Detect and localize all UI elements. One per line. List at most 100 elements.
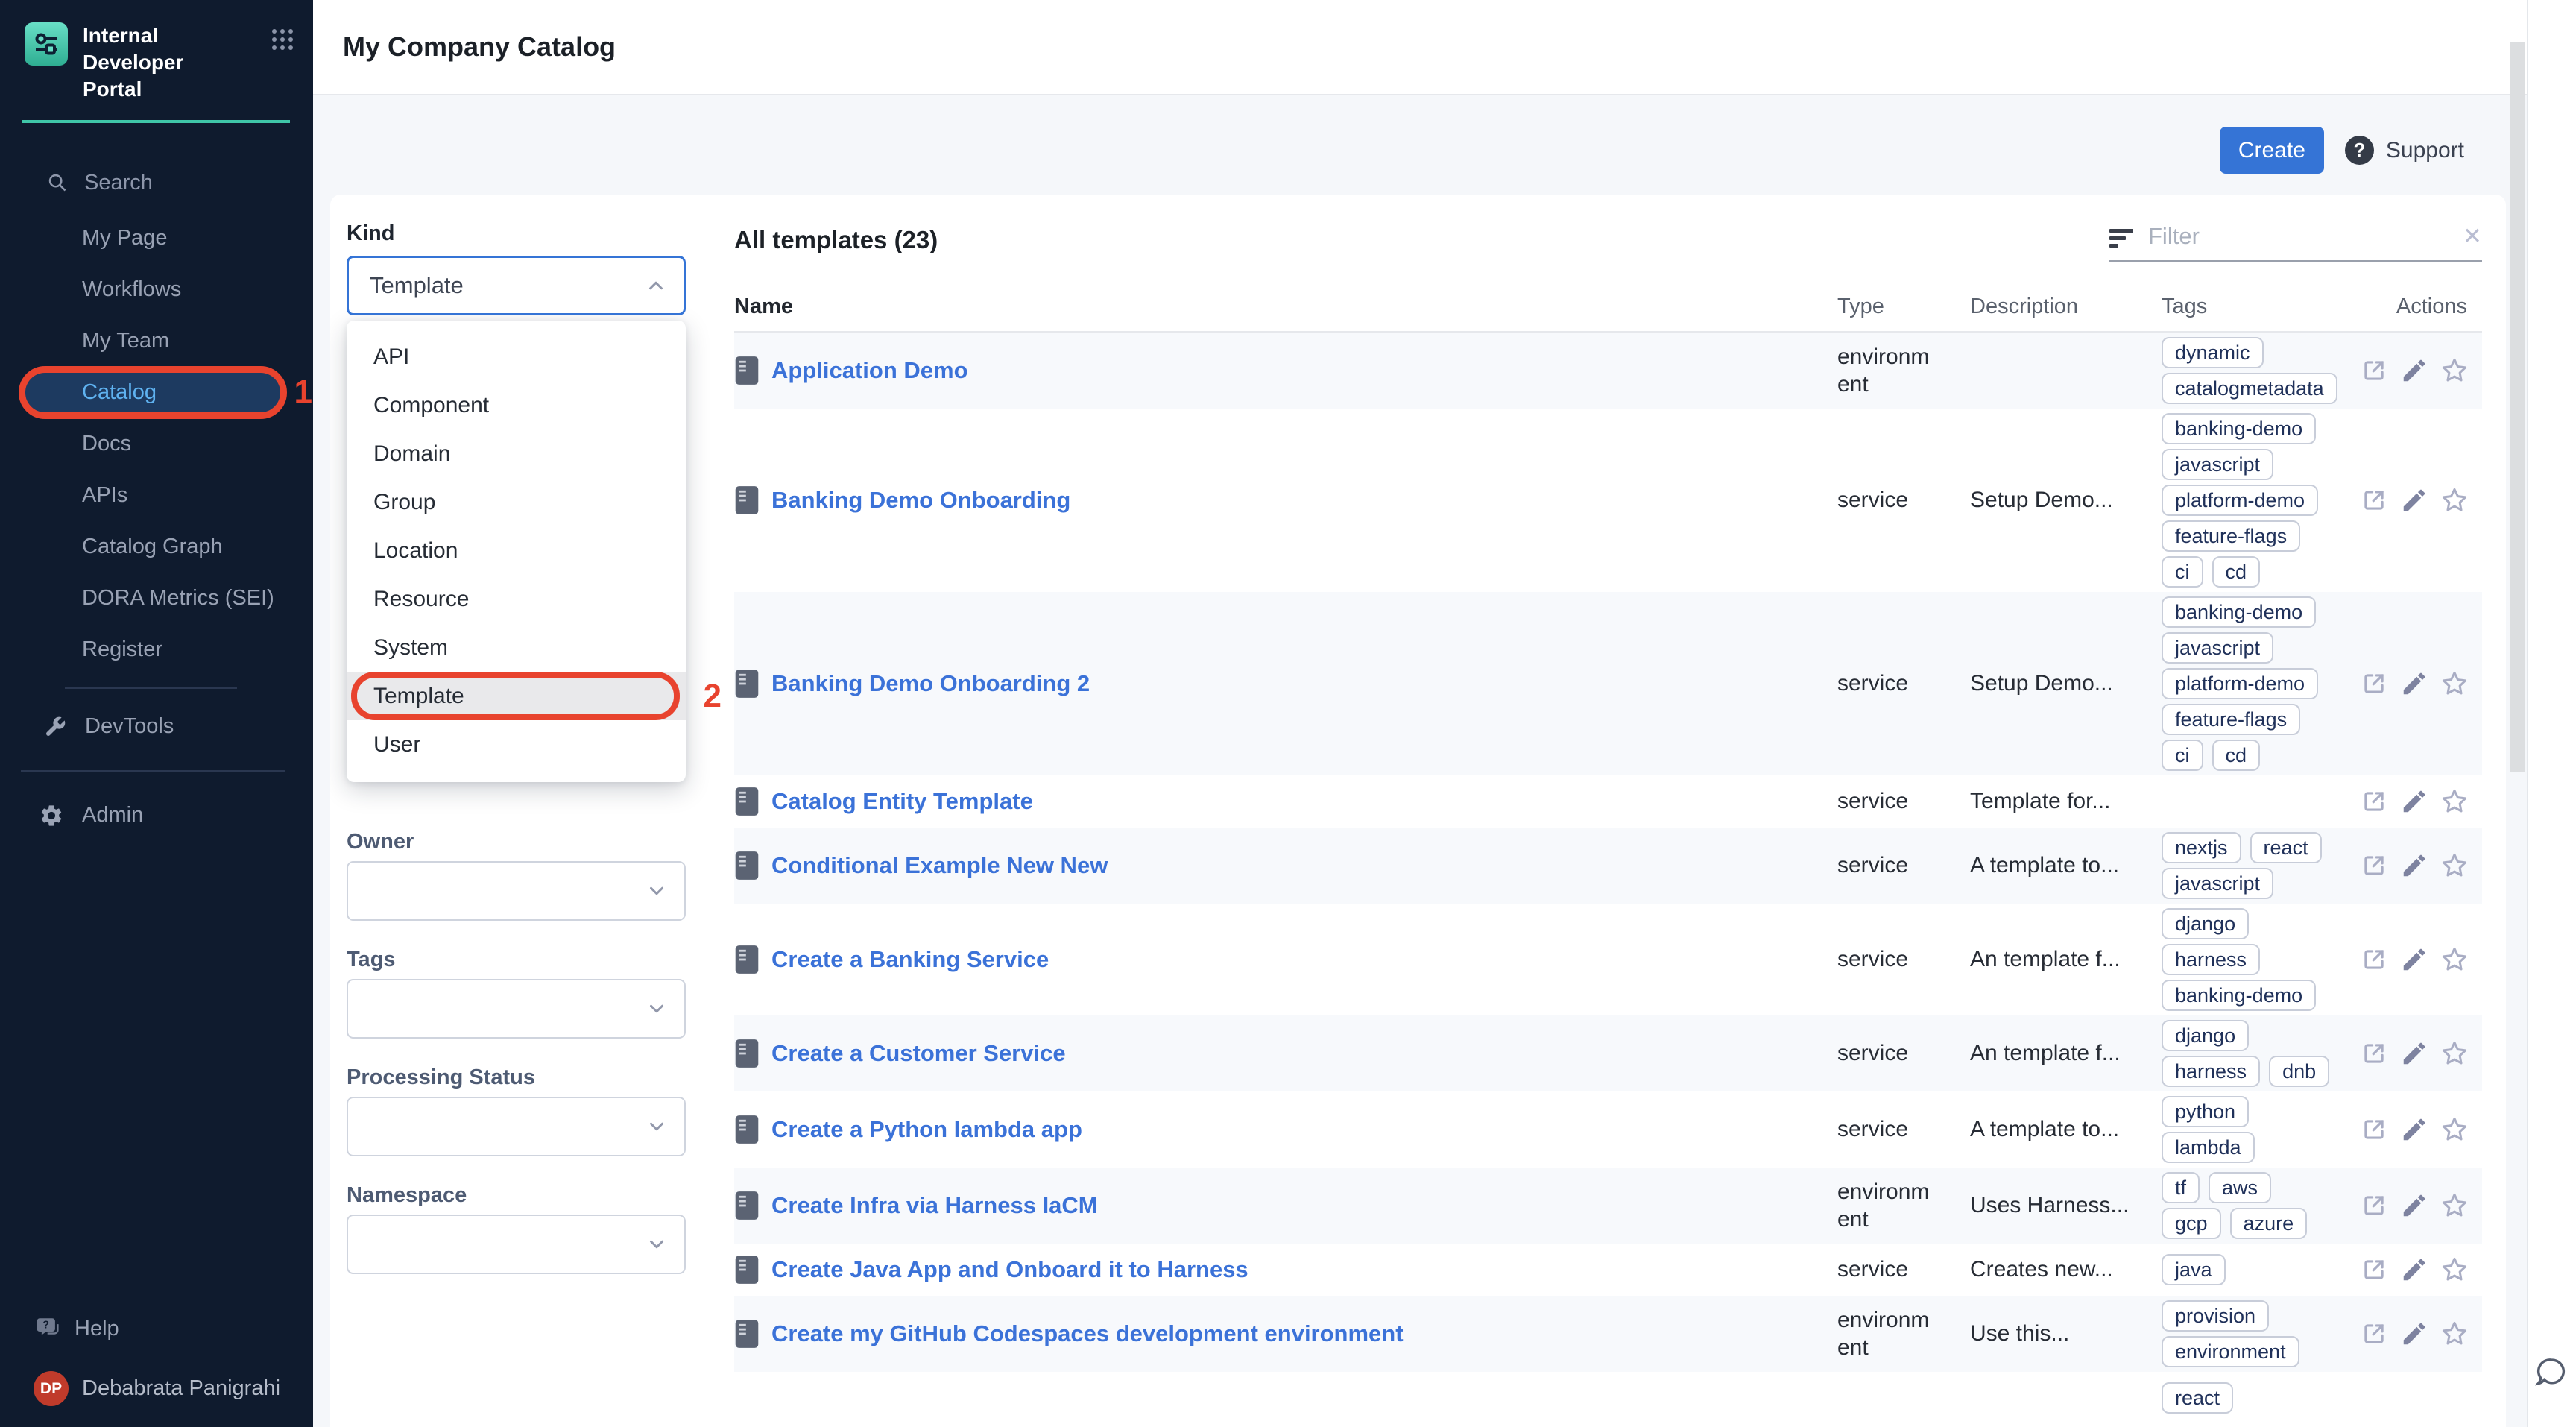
- tags-select[interactable]: [347, 979, 686, 1039]
- support-button[interactable]: ? Support: [2345, 136, 2464, 165]
- chevron-down-icon: [645, 1233, 668, 1256]
- sidebar-item-admin[interactable]: Admin: [0, 790, 313, 841]
- template-name-link[interactable]: Banking Demo Onboarding 2: [771, 670, 1090, 697]
- column-header-name[interactable]: Name: [734, 294, 1837, 319]
- open-in-new-icon[interactable]: [2360, 1191, 2388, 1220]
- star-icon[interactable]: [2440, 851, 2469, 880]
- table-row[interactable]: Application Demo environment dynamiccata…: [734, 333, 2482, 409]
- kind-option-api[interactable]: API: [347, 333, 686, 381]
- edit-icon[interactable]: [2400, 787, 2428, 816]
- sidebar-item-devtools[interactable]: DevTools: [0, 701, 313, 752]
- table-row[interactable]: react: [734, 1372, 2482, 1424]
- open-in-new-icon[interactable]: [2360, 851, 2388, 880]
- edit-icon[interactable]: [2400, 1256, 2428, 1284]
- table-row[interactable]: Create a Python lambda app service A tem…: [734, 1091, 2482, 1168]
- template-name-link[interactable]: Application Demo: [771, 357, 968, 384]
- table-row[interactable]: Banking Demo Onboarding service Setup De…: [734, 409, 2482, 592]
- apps-grid-icon[interactable]: [271, 28, 294, 51]
- edit-icon[interactable]: [2400, 1320, 2428, 1348]
- kind-option-resource[interactable]: Resource: [347, 575, 686, 623]
- sidebar-item-my-team[interactable]: My Team: [0, 315, 313, 367]
- star-icon[interactable]: [2440, 1320, 2469, 1348]
- scrollbar-thumb[interactable]: [2510, 42, 2525, 772]
- edit-icon[interactable]: [2400, 851, 2428, 880]
- kind-select[interactable]: Template: [347, 256, 686, 315]
- sidebar-item-register[interactable]: Register: [0, 624, 313, 675]
- open-in-new-icon[interactable]: [2360, 1320, 2388, 1348]
- template-name-link[interactable]: Catalog Entity Template: [771, 788, 1033, 815]
- open-in-new-icon[interactable]: [2360, 1039, 2388, 1068]
- open-in-new-icon[interactable]: [2360, 486, 2388, 514]
- table-row[interactable]: Conditional Example New New service A te…: [734, 828, 2482, 904]
- open-in-new-icon[interactable]: [2360, 670, 2388, 698]
- template-name-link[interactable]: Create Java App and Onboard it to Harnes…: [771, 1256, 1248, 1283]
- open-in-new-icon[interactable]: [2360, 1256, 2388, 1284]
- sidebar-user[interactable]: DP Debabrata Panigrahi: [0, 1371, 313, 1406]
- edit-icon[interactable]: [2400, 356, 2428, 385]
- kind-option-component[interactable]: Component: [347, 381, 686, 429]
- edit-icon[interactable]: [2400, 945, 2428, 974]
- table-row[interactable]: Create my GitHub Codespaces development …: [734, 1296, 2482, 1372]
- sidebar-item-dora-metrics-sei-[interactable]: DORA Metrics (SEI): [0, 573, 313, 624]
- sidebar-item-workflows[interactable]: Workflows: [0, 264, 313, 315]
- template-description: Template for...: [1970, 789, 2162, 814]
- tag-line: environment: [2162, 1336, 2378, 1367]
- open-in-new-icon[interactable]: [2360, 945, 2388, 974]
- template-name-link[interactable]: Banking Demo Onboarding: [771, 487, 1070, 514]
- create-button[interactable]: Create: [2220, 127, 2324, 174]
- open-in-new-icon[interactable]: [2360, 787, 2388, 816]
- namespace-select[interactable]: [347, 1215, 686, 1274]
- vertical-scrollbar[interactable]: [2509, 0, 2525, 1427]
- sidebar-item-catalog-graph[interactable]: Catalog Graph: [0, 521, 313, 573]
- edit-icon[interactable]: [2400, 1115, 2428, 1144]
- open-in-new-icon[interactable]: [2360, 356, 2388, 385]
- table-row[interactable]: Create a Banking Service service An temp…: [734, 904, 2482, 1015]
- kind-option-location[interactable]: Location: [347, 526, 686, 575]
- table-row[interactable]: Create a Customer Service service An tem…: [734, 1015, 2482, 1091]
- table-row[interactable]: Create Infra via Harness IaCM environmen…: [734, 1168, 2482, 1244]
- kind-option-template[interactable]: Template2: [347, 672, 686, 720]
- column-header-description[interactable]: Description: [1970, 294, 2162, 319]
- star-icon[interactable]: [2440, 486, 2469, 514]
- star-icon[interactable]: [2440, 1256, 2469, 1284]
- kind-option-user[interactable]: User: [347, 720, 686, 769]
- kind-option-domain[interactable]: Domain: [347, 429, 686, 478]
- sidebar-search[interactable]: Search: [0, 160, 313, 205]
- sidebar-item-my-page[interactable]: My Page: [0, 212, 313, 264]
- kind-option-system[interactable]: System: [347, 623, 686, 672]
- star-icon[interactable]: [2440, 1115, 2469, 1144]
- processing-status-select[interactable]: [347, 1097, 686, 1156]
- tag-pill: javascript: [2162, 449, 2273, 480]
- sidebar-item-apis[interactable]: APIs: [0, 470, 313, 521]
- edit-icon[interactable]: [2400, 486, 2428, 514]
- template-name-link[interactable]: Conditional Example New New: [771, 852, 1108, 879]
- template-name-link[interactable]: Create a Python lambda app: [771, 1116, 1082, 1143]
- template-name-link[interactable]: Create my GitHub Codespaces development …: [771, 1320, 1404, 1347]
- column-header-tags[interactable]: Tags: [2162, 294, 2378, 319]
- sidebar-item-catalog[interactable]: 1Catalog: [0, 367, 313, 418]
- open-in-new-icon[interactable]: [2360, 1115, 2388, 1144]
- star-icon[interactable]: [2440, 1191, 2469, 1220]
- table-row[interactable]: Create Java App and Onboard it to Harnes…: [734, 1244, 2482, 1296]
- template-name-link[interactable]: Create a Customer Service: [771, 1040, 1066, 1067]
- sidebar-item-docs[interactable]: Docs: [0, 418, 313, 470]
- template-name-link[interactable]: Create a Banking Service: [771, 946, 1049, 973]
- table-row[interactable]: Catalog Entity Template service Template…: [734, 775, 2482, 828]
- owner-select[interactable]: [347, 861, 686, 921]
- star-icon[interactable]: [2440, 670, 2469, 698]
- sidebar-item-help[interactable]: ? Help: [0, 1316, 313, 1341]
- star-icon[interactable]: [2440, 945, 2469, 974]
- star-icon[interactable]: [2440, 787, 2469, 816]
- filter-input[interactable]: [2148, 223, 2448, 250]
- chat-support-icon[interactable]: [2535, 1355, 2569, 1390]
- kind-option-group[interactable]: Group: [347, 478, 686, 526]
- edit-icon[interactable]: [2400, 670, 2428, 698]
- column-header-type[interactable]: Type: [1837, 294, 1970, 319]
- edit-icon[interactable]: [2400, 1039, 2428, 1068]
- edit-icon[interactable]: [2400, 1191, 2428, 1220]
- star-icon[interactable]: [2440, 356, 2469, 385]
- clear-icon[interactable]: ✕: [2463, 223, 2482, 250]
- table-row[interactable]: Banking Demo Onboarding 2 service Setup …: [734, 592, 2482, 775]
- star-icon[interactable]: [2440, 1039, 2469, 1068]
- template-name-link[interactable]: Create Infra via Harness IaCM: [771, 1192, 1098, 1219]
